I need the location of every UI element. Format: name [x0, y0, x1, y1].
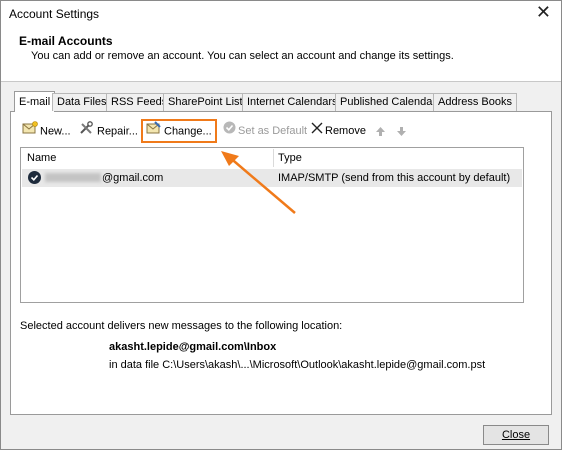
repair-button[interactable]: Repair... [79, 121, 138, 141]
account-row[interactable]: @gmail.com IMAP/SMTP (send from this acc… [22, 169, 522, 187]
set-default-check-icon [223, 121, 236, 141]
header-title: E-mail Accounts [19, 34, 113, 48]
tab-internet-calendars[interactable]: Internet Calendars [242, 93, 343, 111]
delivery-location-label: Selected account delivers new messages t… [20, 320, 343, 332]
title-bar: Account Settings ✕ [1, 1, 561, 27]
set-as-default-label: Set as Default [238, 125, 308, 137]
column-header-name[interactable]: Name [27, 152, 56, 164]
tab-email[interactable]: E-mail [14, 91, 56, 112]
header-description: You can add or remove an account. You ca… [31, 50, 454, 62]
remove-button-label: Remove [325, 125, 366, 137]
delivery-data-file: in data file C:\Users\akash\...\Microsof… [109, 359, 486, 371]
new-button[interactable]: New... [22, 121, 71, 141]
default-account-check-icon [28, 171, 41, 184]
change-button-highlight [141, 119, 217, 143]
set-as-default-button[interactable]: Set as Default [223, 121, 307, 141]
close-button[interactable]: Close [483, 425, 549, 445]
repair-tools-icon [79, 121, 95, 142]
tab-sharepoint-lists[interactable]: SharePoint Lists [163, 93, 254, 111]
dialog-header: E-mail Accounts You can add or remove an… [1, 27, 561, 82]
column-header-type[interactable]: Type [278, 152, 302, 164]
close-icon[interactable]: ✕ [536, 4, 551, 22]
account-name-cell: @gmail.com [45, 172, 163, 184]
redacted-username [45, 173, 101, 182]
window-title: Account Settings [9, 7, 100, 21]
tab-data-files[interactable]: Data Files [52, 93, 112, 111]
tab-address-books[interactable]: Address Books [433, 93, 517, 111]
tab-published-calendars[interactable]: Published Calendars [335, 93, 447, 111]
move-up-button[interactable] [375, 121, 386, 141]
accounts-list: Name Type @gmail.com IMAP/SMTP (send fro… [20, 147, 524, 303]
arrow-up-icon [376, 126, 385, 136]
repair-button-label: Repair... [97, 125, 138, 138]
remove-x-icon [311, 121, 323, 141]
remove-button[interactable]: Remove [311, 121, 366, 141]
account-name-domain: @gmail.com [102, 172, 164, 184]
close-button-label: Close [501, 429, 531, 441]
column-divider[interactable] [273, 149, 274, 167]
new-account-icon [22, 121, 38, 142]
arrow-down-icon [397, 126, 406, 136]
new-button-label: New... [40, 125, 71, 138]
delivery-folder: akasht.lepide@gmail.com\Inbox [109, 341, 277, 353]
account-type-cell: IMAP/SMTP (send from this account by def… [278, 172, 511, 184]
move-down-button[interactable] [396, 121, 407, 141]
